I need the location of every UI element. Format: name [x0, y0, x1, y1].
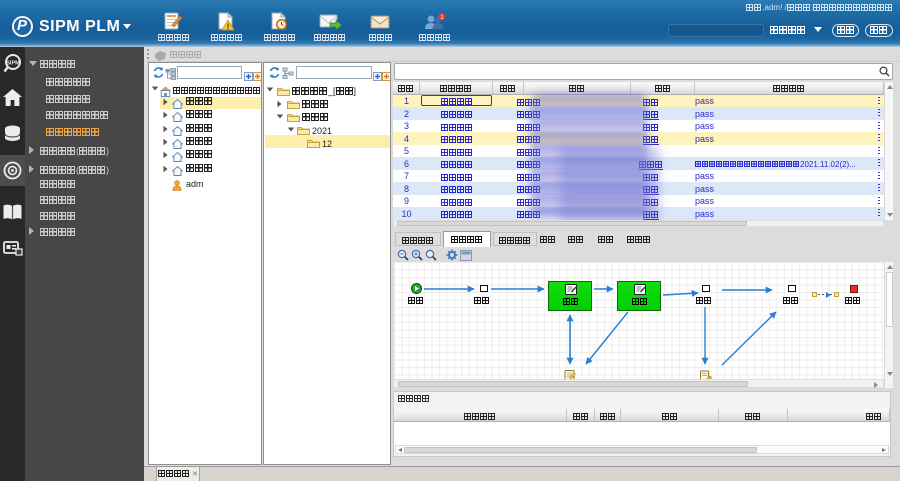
svg-text:SIPM: SIPM: [6, 61, 20, 67]
